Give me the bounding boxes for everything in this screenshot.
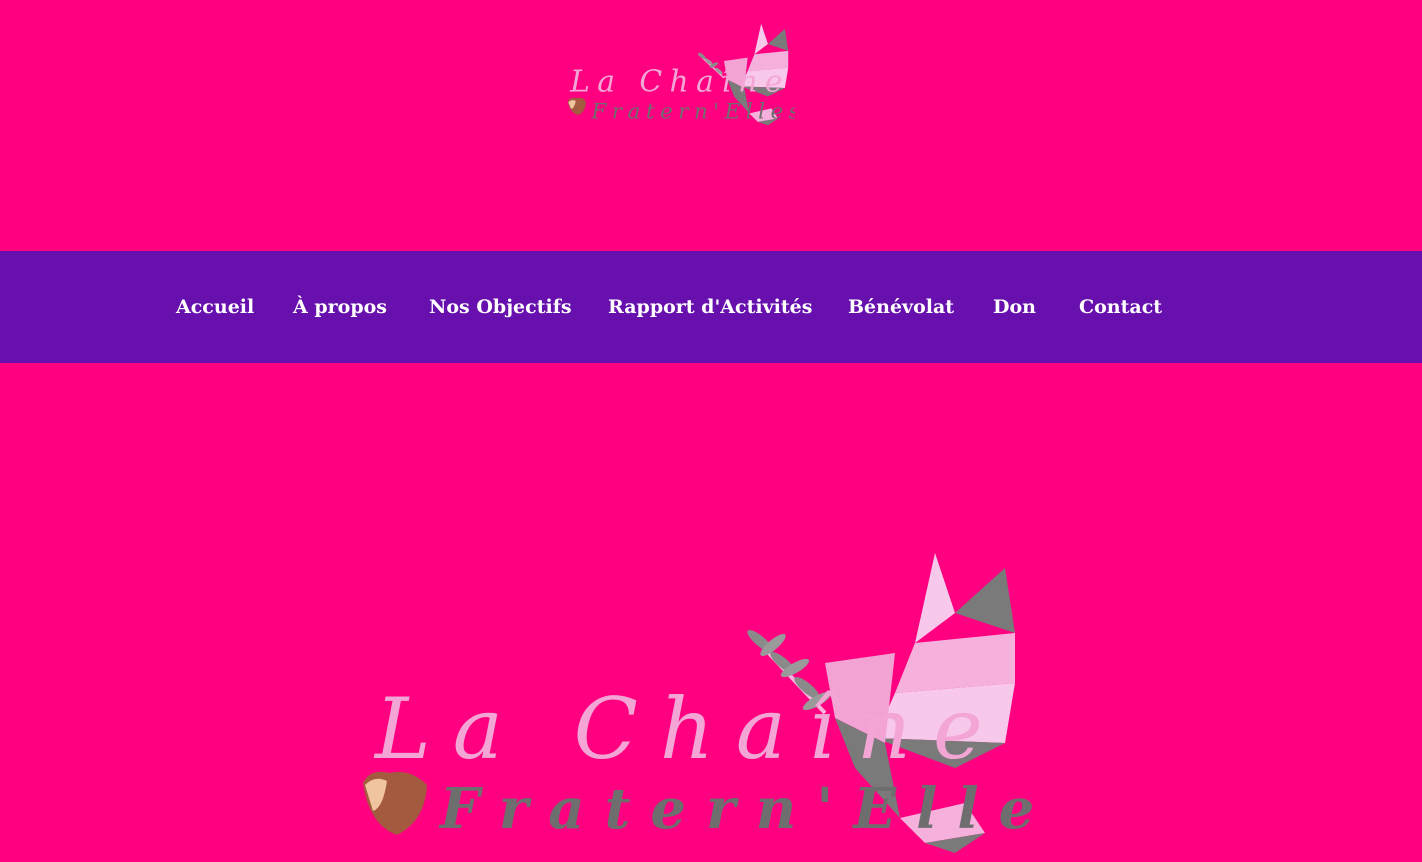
pinky-promise-hands-icon [567, 97, 586, 116]
logo-line1: La Chaîne [569, 64, 790, 99]
nav-item-accueil[interactable]: Accueil [176, 251, 254, 363]
site-header: La Chaîne Fratern'Elles [0, 0, 1422, 251]
nav-item-nos-objectifs[interactable]: Nos Objectifs [429, 251, 572, 363]
nav-item-contact[interactable]: Contact [1079, 251, 1162, 363]
hero-logo-graphic: La Chaîne Fratern'Elles [363, 553, 1086, 853]
nav-item-benevolat[interactable]: Bénévolat [848, 251, 954, 363]
hero-logo: La Chaîne Fratern'Elles [355, 553, 1086, 853]
hero-logo-line2: Fratern'Elles [438, 776, 1035, 842]
hero-section: La Chaîne Fratern'Elles [0, 363, 1422, 862]
site-logo-link[interactable]: La Chaîne Fratern'Elles [565, 22, 800, 127]
nav-item-rapport-activites[interactable]: Rapport d'Activités [608, 251, 812, 363]
main-nav: Accueil À propos Nos Objectifs Rapport d… [0, 251, 1422, 363]
hero-logo-line1: La Chaîne [373, 680, 1005, 778]
page: La Chaîne Fratern'Elles Accueil À propos… [0, 0, 1422, 862]
nav-item-don[interactable]: Don [993, 251, 1036, 363]
pinky-promise-hands-icon [363, 771, 427, 835]
nav-item-a-propos[interactable]: À propos [293, 251, 387, 363]
site-logo: La Chaîne Fratern'Elles [567, 23, 800, 126]
logo-line2: Fratern'Elles [590, 99, 795, 124]
